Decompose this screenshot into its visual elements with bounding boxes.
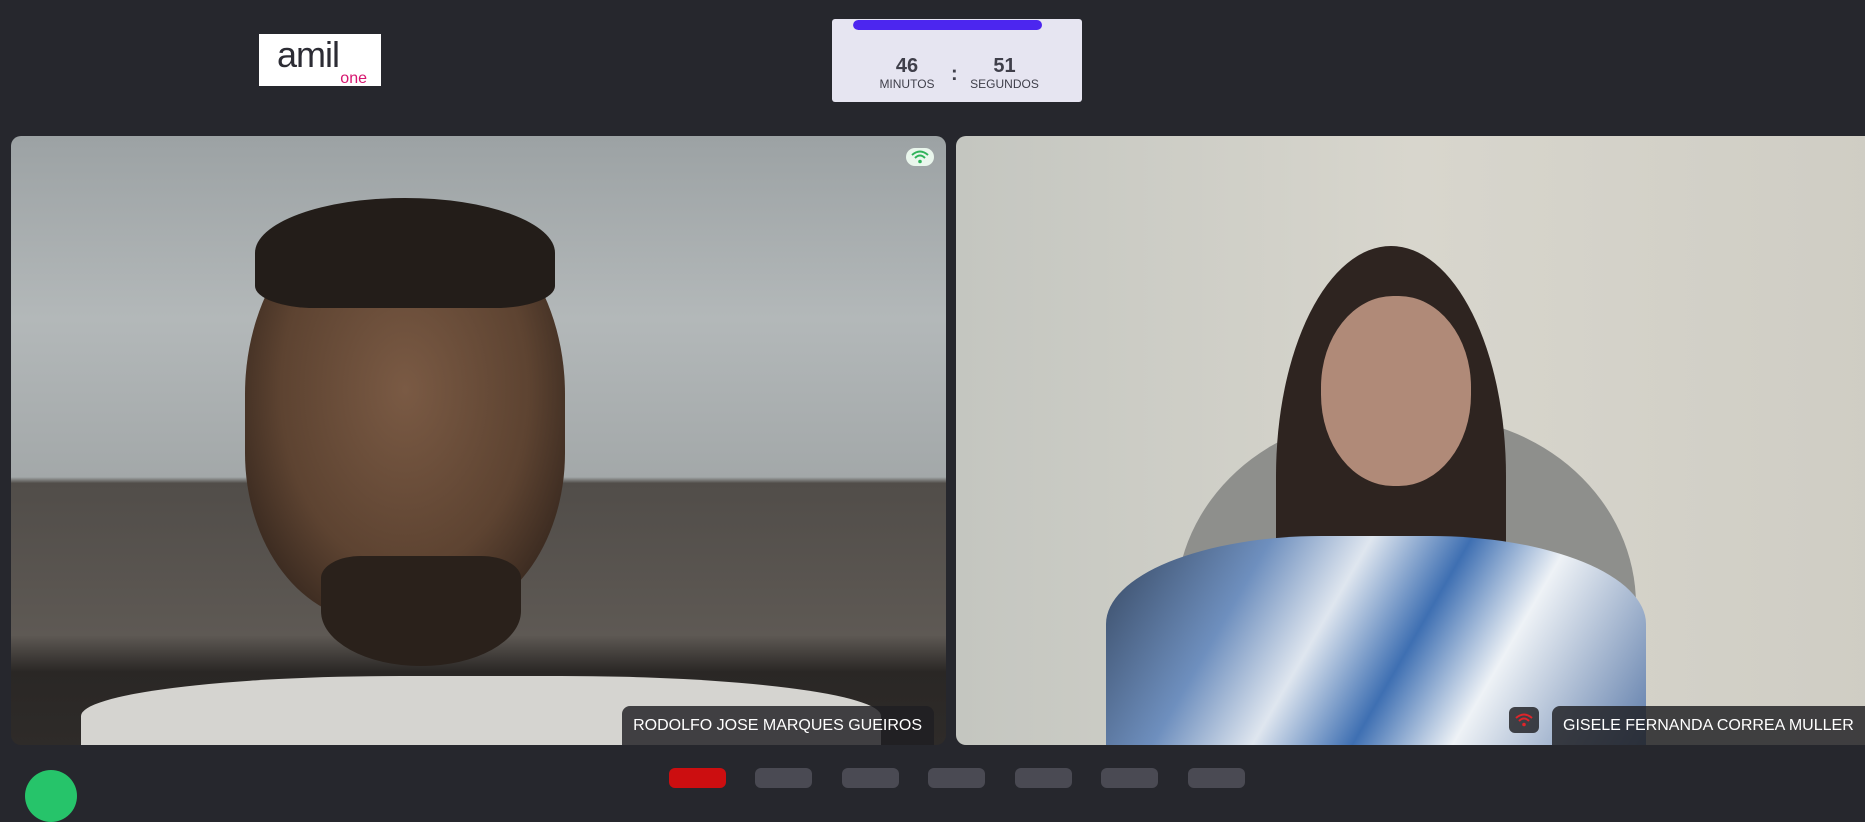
chat-button[interactable] (1015, 768, 1072, 788)
participant-name: RODOLFO JOSE MARQUES GUEIROS (622, 706, 934, 745)
video-feed-shape (321, 556, 521, 666)
minutes-label: MINUTOS (879, 77, 935, 91)
amil-one-logo: amil one (259, 34, 381, 87)
participant-name: GISELE FERNANDA CORREA MULLER (1552, 706, 1865, 745)
timer-separator: : (951, 63, 958, 85)
timer-minutes: 46 MINUTOS (872, 55, 942, 91)
minutes-value: 46 (895, 55, 919, 77)
seconds-label: SEGUNDOS (970, 77, 1039, 91)
wifi-good-icon (906, 148, 934, 166)
video-tile-participant-2[interactable]: GISELE FERNANDA CORREA MULLER (956, 136, 1865, 745)
camera-button[interactable] (842, 768, 899, 788)
seconds-value: 51 (993, 55, 1016, 77)
logo-brand: amil (277, 34, 340, 75)
video-feed-shape (255, 198, 555, 308)
session-timer: 46 MINUTOS : 51 SEGUNDOS (832, 19, 1082, 102)
timer-seconds: 51 SEGUNDOS (967, 55, 1042, 91)
timer-progress-bar (853, 20, 1048, 30)
video-feed-shape (1321, 296, 1471, 486)
timer-progress-fill (853, 20, 1043, 30)
video-tile-participant-1[interactable]: RODOLFO JOSE MARQUES GUEIROS (11, 136, 946, 745)
call-controls-bar (0, 768, 1865, 788)
settings-button[interactable] (1101, 768, 1158, 788)
wifi-poor-icon (1509, 707, 1539, 733)
screen-share-button[interactable] (928, 768, 985, 788)
more-button[interactable] (1188, 768, 1245, 788)
mic-button[interactable] (755, 768, 812, 788)
end-call-button[interactable] (669, 768, 726, 788)
